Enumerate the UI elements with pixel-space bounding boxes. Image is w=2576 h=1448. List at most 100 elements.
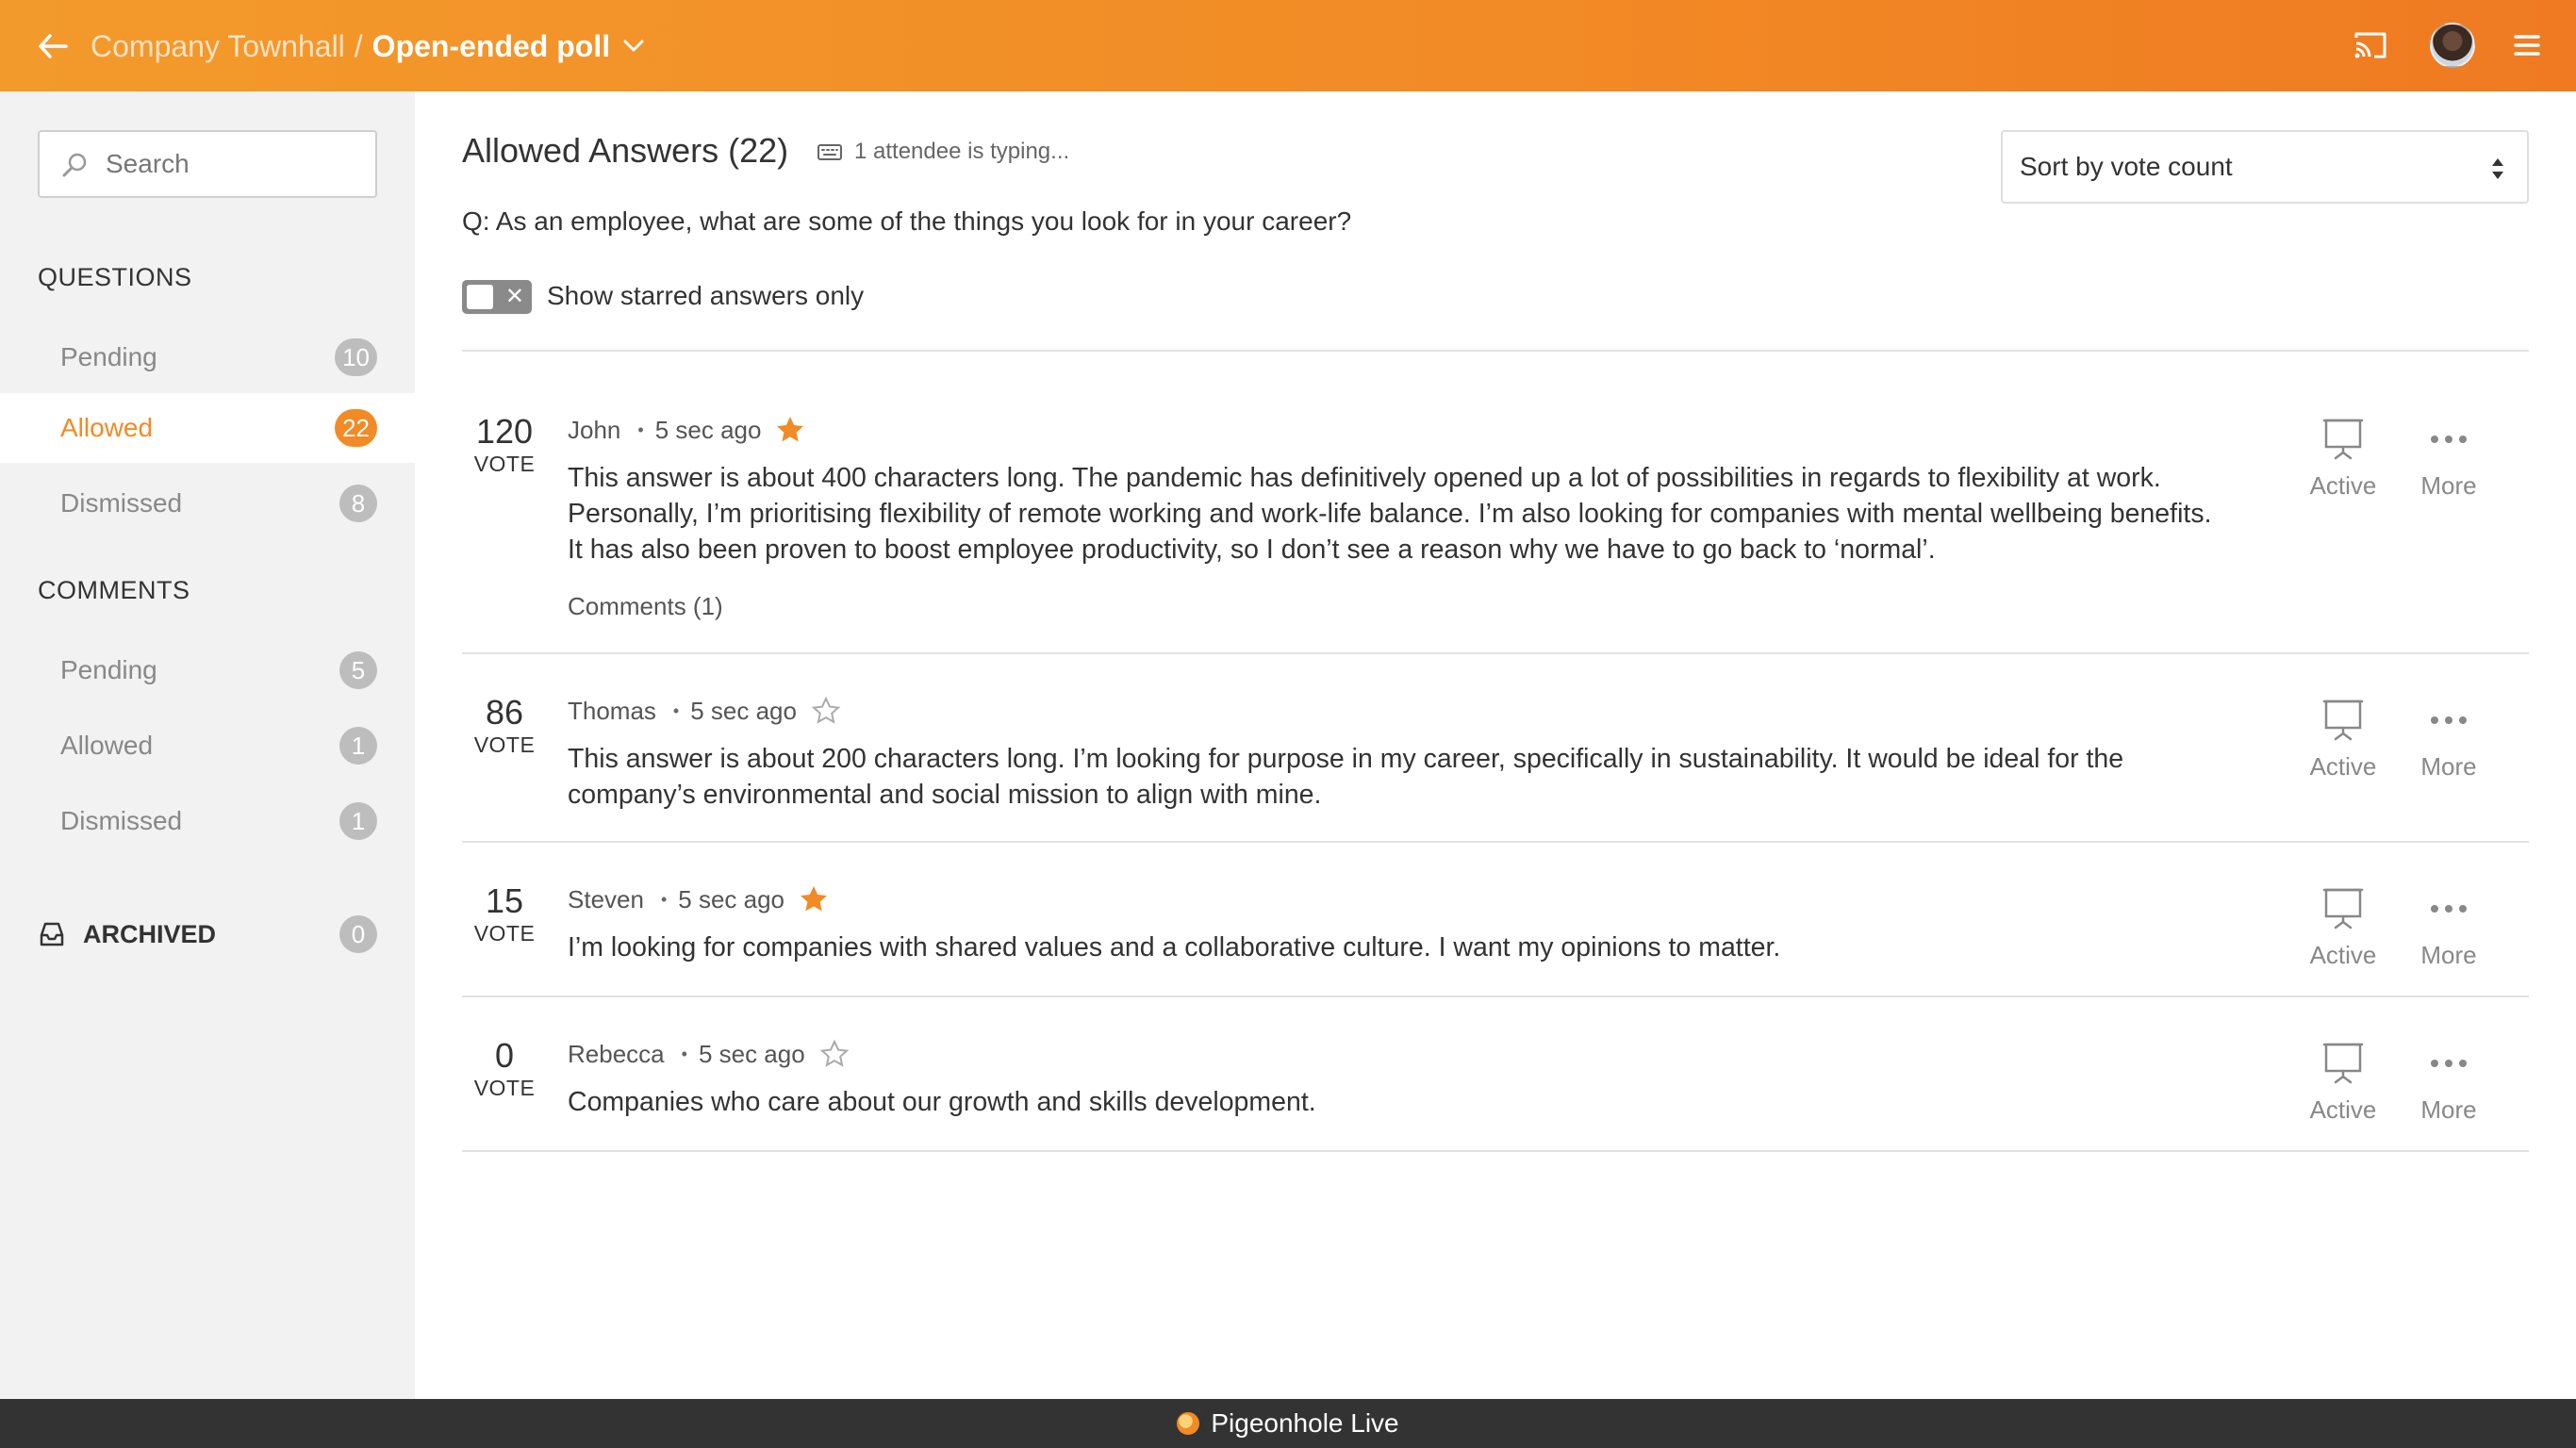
breadcrumb-parent[interactable]: Company Townhall <box>91 25 345 67</box>
more-button[interactable]: More <box>2406 417 2491 501</box>
meta-separator: • <box>660 889 668 909</box>
vote-label: VOTE <box>473 921 536 946</box>
count-badge: 22 <box>335 409 377 447</box>
count-badge: 5 <box>339 651 377 689</box>
active-button[interactable]: Active <box>2301 698 2386 782</box>
answer-text-line: It has also been proven to boost employe… <box>568 535 1936 565</box>
sidebar-item-comments-pending[interactable]: Pending 5 <box>0 635 415 705</box>
avatar[interactable] <box>2430 23 2475 68</box>
breadcrumb-current[interactable]: Open-ended poll <box>372 25 610 67</box>
divider <box>462 652 2529 654</box>
active-label: Active <box>2309 1095 2377 1124</box>
presentation-icon <box>2322 888 2364 930</box>
sidebar-item-questions-pending[interactable]: Pending 10 <box>0 322 415 392</box>
answer-text-line: I’m looking for companies with shared va… <box>568 932 1781 963</box>
answer-text: I’m looking for companies with shared va… <box>568 930 2265 965</box>
answer-meta: John • 5 sec ago <box>568 413 806 447</box>
sidebar-item-questions-allowed[interactable]: Allowed 22 <box>0 393 415 463</box>
active-button[interactable]: Active <box>2301 417 2386 501</box>
star-outline-icon[interactable] <box>818 1038 850 1070</box>
sidebar-item-questions-dismissed[interactable]: Dismissed 8 <box>0 469 415 538</box>
cast-icon[interactable] <box>2352 26 2389 64</box>
answer-text: This answer is about 400 characters long… <box>568 460 2265 568</box>
chevron-down-icon[interactable] <box>623 40 644 53</box>
count-badge: 1 <box>339 802 377 840</box>
count-badge: 0 <box>339 915 377 953</box>
active-label: Active <box>2309 471 2377 500</box>
vote-count: 86 VOTE <box>462 694 547 758</box>
meta-separator: • <box>637 420 644 439</box>
divider <box>462 1150 2529 1152</box>
star-outline-icon[interactable] <box>810 695 842 727</box>
toggle-label: Show starred answers only <box>547 281 865 310</box>
sidebar-item-label: Dismissed <box>60 488 183 518</box>
sort-select[interactable]: Sort by vote count <box>2001 130 2529 204</box>
vote-number: 120 <box>475 412 534 451</box>
more-dots-icon <box>2431 905 2467 913</box>
more-label: More <box>2420 752 2477 781</box>
meta-separator: • <box>681 1044 687 1063</box>
typing-indicator: 1 attendee is typing... <box>817 139 1069 165</box>
more-button[interactable]: More <box>2406 1041 2491 1125</box>
vote-count: 120 VOTE <box>462 413 547 477</box>
comments-section-title: COMMENTS <box>38 576 190 604</box>
back-arrow-icon[interactable] <box>32 25 74 67</box>
sort-arrows-icon <box>2492 158 2503 179</box>
sidebar-item-label: Allowed <box>60 731 154 760</box>
active-button[interactable]: Active <box>2301 886 2386 970</box>
vote-label: VOTE <box>473 1076 536 1100</box>
archived-label: ARCHIVED <box>83 919 217 948</box>
count-badge: 1 <box>339 727 377 765</box>
star-filled-icon[interactable] <box>774 414 806 446</box>
sidebar-item-comments-dismissed[interactable]: Dismissed 1 <box>0 786 415 856</box>
divider <box>462 841 2529 843</box>
count-badge: 10 <box>335 338 377 376</box>
more-button[interactable]: More <box>2406 886 2491 970</box>
answer-time: 5 sec ago <box>690 696 797 725</box>
footer-brand: Pigeonhole Live <box>1211 1408 1399 1438</box>
active-button[interactable]: Active <box>2301 1041 2386 1125</box>
starred-only-toggle[interactable]: ✕ <box>462 280 532 314</box>
archive-icon <box>40 922 64 946</box>
sidebar: QUESTIONS Pending 10 Allowed 22 Dismisse… <box>0 91 415 1399</box>
vote-count: 0 VOTE <box>462 1037 547 1101</box>
more-dots-icon <box>2431 1060 2467 1067</box>
answer-author: John <box>568 415 621 444</box>
answer-text-line: company’s environmental and social missi… <box>568 780 1322 810</box>
vote-number: 0 <box>494 1036 515 1075</box>
vote-number: 86 <box>485 693 524 732</box>
sidebar-item-label: Pending <box>60 342 157 371</box>
answer-text: Companies who care about our growth and … <box>568 1084 2265 1120</box>
sidebar-item-archived[interactable]: ARCHIVED 0 <box>0 899 415 969</box>
breadcrumb: Company Townhall / Open-ended poll <box>91 25 644 67</box>
questions-section-title: QUESTIONS <box>38 263 192 291</box>
presentation-icon <box>2322 1043 2364 1084</box>
answer-meta: Thomas • 5 sec ago <box>568 694 842 728</box>
top-bar: Company Townhall / Open-ended poll <box>0 0 2576 91</box>
presentation-icon <box>2322 699 2364 741</box>
more-dots-icon <box>2431 716 2467 724</box>
more-label: More <box>2420 471 2477 500</box>
answer-text-line: This answer is about 200 characters long… <box>568 744 2124 774</box>
hamburger-menu-icon[interactable] <box>2508 26 2546 64</box>
vote-label: VOTE <box>473 452 536 476</box>
answer-author: Steven <box>568 884 644 913</box>
more-label: More <box>2420 941 2477 969</box>
count-badge: 8 <box>339 485 377 522</box>
answer-text-line: This answer is about 400 characters long… <box>568 463 2161 493</box>
more-button[interactable]: More <box>2406 698 2491 782</box>
vote-number: 15 <box>485 881 524 920</box>
sidebar-item-label: Pending <box>60 655 157 684</box>
sidebar-item-label: Dismissed <box>60 806 183 835</box>
star-filled-icon[interactable] <box>798 883 830 915</box>
comments-link[interactable]: Comments (1) <box>568 592 723 621</box>
answer-time: 5 sec ago <box>678 884 785 913</box>
breadcrumb-separator: / <box>354 29 363 63</box>
sidebar-item-comments-allowed[interactable]: Allowed 1 <box>0 711 415 781</box>
divider <box>462 350 2529 352</box>
sidebar-item-label: Allowed <box>60 413 154 442</box>
more-label: More <box>2420 1095 2477 1124</box>
search-icon <box>62 153 87 177</box>
search-input[interactable] <box>106 132 370 196</box>
active-label: Active <box>2309 941 2377 969</box>
